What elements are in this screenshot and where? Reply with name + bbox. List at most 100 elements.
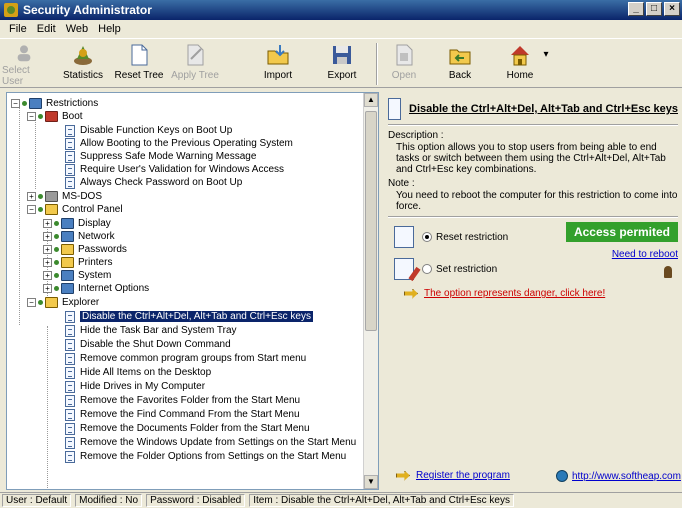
control-panel-icon — [45, 204, 58, 215]
tree-item[interactable]: Remove the Folder Options from Settings … — [65, 450, 346, 463]
export-button[interactable]: Export — [322, 41, 362, 87]
set-restriction-radio[interactable] — [422, 264, 432, 274]
import-button[interactable]: Import — [258, 41, 298, 87]
tree-item-label: Hide the Task Bar and System Tray — [80, 325, 237, 336]
tree-item[interactable]: Always Check Password on Boot Up — [65, 176, 242, 189]
expand-toggle[interactable]: + — [43, 271, 52, 280]
tree-node-explorer[interactable]: − Explorer — [27, 296, 99, 309]
danger-link[interactable]: The option represents danger, click here… — [424, 288, 605, 299]
detail-pane: Disable the Ctrl+Alt+Del, Alt+Tab and Ct… — [384, 92, 682, 490]
tree-item[interactable]: Remove common program groups from Start … — [65, 352, 306, 365]
collapse-toggle[interactable]: − — [27, 205, 36, 214]
tree-item[interactable]: Require User's Validation for Windows Ac… — [65, 163, 284, 176]
scroll-thumb[interactable] — [365, 111, 377, 331]
status-dot — [38, 194, 43, 199]
document-icon — [65, 352, 75, 365]
status-dot — [38, 300, 43, 305]
description-text: This option allows you to stop users fro… — [396, 142, 666, 175]
collapse-toggle[interactable]: − — [27, 298, 36, 307]
scroll-down-button[interactable]: ▼ — [364, 475, 378, 489]
tree-item[interactable]: Remove the Find Command From the Start M… — [65, 408, 300, 421]
apply-tree-label: Apply Tree — [171, 70, 219, 81]
status-dot — [38, 114, 43, 119]
detail-header: Disable the Ctrl+Alt+Del, Alt+Tab and Ct… — [388, 96, 678, 122]
document-icon — [65, 324, 75, 337]
tree-item[interactable]: Remove the Favorites Folder from the Sta… — [65, 394, 300, 407]
reset-tree-button[interactable]: Reset Tree — [114, 41, 164, 87]
menu-edit[interactable]: Edit — [32, 23, 61, 35]
export-icon — [333, 46, 351, 64]
collapse-toggle[interactable]: − — [11, 99, 20, 108]
tree-item[interactable]: Hide All Items on the Desktop — [65, 366, 211, 379]
expand-toggle[interactable]: + — [27, 192, 36, 201]
reset-restriction-radio[interactable] — [422, 232, 432, 242]
tree-item[interactable]: Remove the Windows Update from Settings … — [65, 436, 356, 449]
collapse-toggle[interactable]: − — [27, 112, 36, 121]
tree-node-internet-options[interactable]: + Internet Options — [43, 282, 149, 295]
expand-toggle[interactable]: + — [43, 219, 52, 228]
menu-help[interactable]: Help — [93, 23, 126, 35]
expand-toggle[interactable]: + — [43, 284, 52, 293]
register-row: Register the program — [396, 470, 510, 481]
close-button[interactable]: × — [664, 2, 680, 16]
tree-item[interactable]: Hide Drives in My Computer — [65, 380, 205, 393]
restrictions-tree[interactable]: − Restrictions − Boot Disable Function K… — [6, 92, 379, 490]
tree-node-system[interactable]: + System — [43, 269, 111, 282]
import-label: Import — [263, 70, 293, 81]
scroll-up-button[interactable]: ▲ — [364, 93, 378, 107]
minimize-button[interactable]: _ — [628, 2, 644, 16]
statistics-button[interactable]: Statistics — [60, 41, 106, 87]
apply-tree-button[interactable]: Apply Tree — [170, 41, 220, 87]
tree-node-display[interactable]: + Display — [43, 217, 111, 230]
select-user-button[interactable]: Select User — [2, 41, 46, 87]
document-icon — [65, 450, 75, 463]
set-restriction-option[interactable]: Set restriction — [394, 258, 497, 280]
maximize-button[interactable]: □ — [646, 2, 662, 16]
menu-web[interactable]: Web — [61, 23, 93, 35]
tree-item-label: Remove the Documents Folder from the Sta… — [80, 423, 310, 434]
menu-file[interactable]: File — [4, 23, 32, 35]
expand-toggle[interactable]: + — [43, 232, 52, 241]
tree-item[interactable]: Hide the Task Bar and System Tray — [65, 324, 237, 337]
note-label: Note : — [388, 178, 415, 189]
home-dropdown[interactable]: ▾ — [540, 49, 552, 95]
website-row: http://www.softheap.com — [556, 470, 681, 482]
register-link[interactable]: Register the program — [416, 470, 510, 481]
expand-toggle[interactable]: + — [43, 258, 52, 267]
tree-node-restrictions[interactable]: − Restrictions — [11, 97, 98, 110]
tree-node-passwords[interactable]: + Passwords — [43, 243, 127, 256]
document-icon — [65, 436, 75, 449]
status-modified: Modified : No — [75, 494, 143, 507]
window-controls: _ □ × — [628, 2, 680, 16]
tree-item-label: Require User's Validation for Windows Ac… — [80, 164, 285, 175]
status-dot — [38, 207, 43, 212]
globe-icon — [556, 470, 568, 482]
tree-node-boot[interactable]: − Boot — [27, 110, 83, 123]
website-link[interactable]: http://www.softheap.com — [572, 471, 681, 482]
statistics-icon — [74, 46, 92, 65]
tree-scrollbar[interactable]: ▲ ▼ — [363, 93, 378, 489]
back-button[interactable]: Back — [440, 41, 480, 87]
tree-node-label: Restrictions — [46, 98, 99, 109]
open-button[interactable]: Open — [386, 41, 422, 87]
tree-item[interactable]: Disable the Shut Down Command — [65, 338, 231, 351]
back-label: Back — [448, 70, 472, 81]
home-button[interactable]: Home — [500, 41, 540, 87]
danger-row: The option represents danger, click here… — [404, 288, 605, 299]
tree-node-control-panel[interactable]: − Control Panel — [27, 203, 123, 216]
tree-node-printers[interactable]: + Printers — [43, 256, 112, 269]
tree-node-msdos[interactable]: + MS-DOS — [27, 190, 102, 203]
reset-restriction-option[interactable]: Reset restriction — [394, 226, 508, 248]
pointer-arrow-icon — [396, 470, 410, 481]
tree-item[interactable]: Allow Booting to the Previous Operating … — [65, 137, 293, 150]
expand-toggle[interactable]: + — [43, 245, 52, 254]
tree-item-selected[interactable]: Disable the Ctrl+Alt+Del, Alt+Tab and Ct… — [65, 310, 313, 323]
import-icon — [267, 45, 289, 65]
tree-item-label: Always Check Password on Boot Up — [80, 177, 243, 188]
tree-node-network[interactable]: + Network — [43, 230, 115, 243]
tree-item[interactable]: Suppress Safe Mode Warning Message — [65, 150, 256, 163]
need-to-reboot-link[interactable]: Need to reboot — [612, 249, 678, 260]
tree-item[interactable]: Disable Function Keys on Boot Up — [65, 124, 232, 137]
detail-title: Disable the Ctrl+Alt+Del, Alt+Tab and Ct… — [409, 103, 678, 115]
tree-item[interactable]: Remove the Documents Folder from the Sta… — [65, 422, 310, 435]
